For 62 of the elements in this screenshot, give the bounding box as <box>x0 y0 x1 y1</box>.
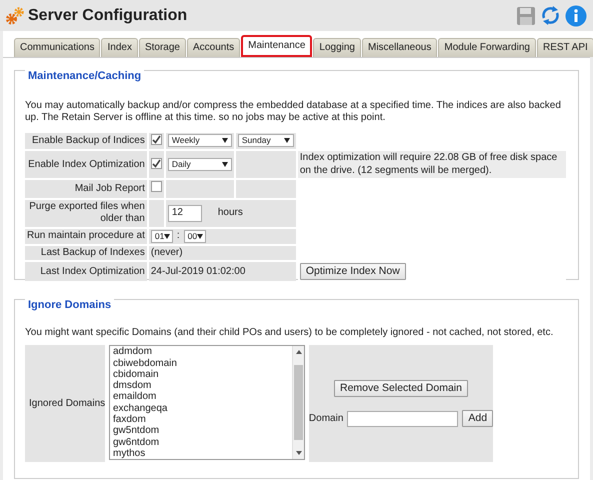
refresh-icon[interactable] <box>540 5 561 26</box>
gears-icon <box>6 6 24 24</box>
field-label: Enable Index Optimization <box>25 151 147 178</box>
domain-item[interactable]: gw6ntdom <box>113 436 289 448</box>
dropdown[interactable]: 01 <box>150 230 173 243</box>
section-legend: Maintenance/Caching <box>25 70 144 84</box>
section-description: You might want specific Domains (and their child POs and users) to be completely ignored - not cached, not stored, etc. <box>25 326 554 340</box>
dropdown[interactable]: Daily <box>168 158 232 171</box>
tab[interactable]: Module Forwarding <box>438 38 536 57</box>
checkbox[interactable] <box>150 134 162 145</box>
dropdown[interactable]: Weekly <box>168 134 232 148</box>
tab[interactable]: Index <box>101 38 138 57</box>
caret-icon <box>164 234 170 239</box>
caret-icon <box>222 162 228 167</box>
checkbox[interactable] <box>150 158 162 168</box>
dropdown[interactable]: Sunday <box>238 134 294 148</box>
page-title: Server Configuration <box>28 6 188 26</box>
field-label: Last Index Optimization <box>25 262 147 282</box>
last-optimization-value: 24-Jul-2019 01:02:00 <box>148 262 296 282</box>
domain-item[interactable]: cbidomain <box>113 368 289 380</box>
domain-listbox[interactable]: admdom cbiwebdomain cbidomain dmsdom emaildom exchangeqa faxdom gw5ntdom gw6ntdom mythos <box>109 345 305 460</box>
ignored-domains-label: Ignored Domains <box>25 345 105 462</box>
dropdown[interactable]: 00 <box>184 230 206 243</box>
caret-icon <box>222 138 228 144</box>
domain-item[interactable]: exchangeqa <box>113 402 289 414</box>
domain-input[interactable] <box>347 410 458 427</box>
last-backup-value: (never) <box>148 246 296 260</box>
caret-icon <box>197 234 204 239</box>
tab[interactable]: Maintenance <box>241 35 312 57</box>
domain-item[interactable]: mythos <box>113 448 289 460</box>
save-icon[interactable] <box>516 6 536 26</box>
tab[interactable]: REST API <box>536 38 593 57</box>
domain-label: Domain <box>308 412 344 425</box>
info-icon[interactable] <box>565 4 587 26</box>
tab[interactable]: Logging <box>313 38 361 57</box>
tab[interactable]: Storage <box>138 38 186 57</box>
domain-item[interactable]: admdom <box>113 346 289 358</box>
checkbox[interactable] <box>150 181 162 192</box>
tab[interactable]: Accounts <box>186 38 240 57</box>
tab[interactable]: Miscellaneous <box>362 38 438 57</box>
time-separator: : <box>176 230 180 242</box>
section-legend: Ignore Domains <box>25 299 114 313</box>
unit-label: hours <box>218 207 243 220</box>
field-label: Run maintain procedure at <box>25 228 147 244</box>
field-label: Purge exported files when older than <box>25 200 147 227</box>
caret-icon <box>284 138 290 144</box>
field-label: Mail Job Report <box>25 180 147 198</box>
add-button[interactable]: Add <box>462 410 494 428</box>
optimize-button[interactable]: Optimize Index Now <box>300 263 406 280</box>
field-label: Enable Backup of Indices <box>25 132 147 150</box>
domain-item[interactable]: gw5ntdom <box>113 425 289 437</box>
hours-input[interactable]: 12 <box>168 204 202 222</box>
remove-domain-button[interactable]: Remove Selected Domain <box>334 380 468 398</box>
section-description: You may automatically backup and/or compress the embedded database at a specified time. The indices are also backed up. The Retain Server is offline at this time. so no jobs may be active at this point. <box>25 100 562 125</box>
field-label: Last Backup of Indexes <box>25 246 147 260</box>
optimization-note: Index optimization will require 22.08 GB of free disk space on the drive. (12 segments will be merged). <box>298 151 566 178</box>
domain-item[interactable]: faxdom <box>113 414 289 426</box>
scrollbar[interactable] <box>292 346 304 460</box>
domain-item[interactable]: cbiwebdomain <box>113 358 289 369</box>
domain-item[interactable]: emaildom <box>113 391 289 403</box>
tab[interactable]: Communications <box>14 38 100 57</box>
domain-item[interactable]: dmsdom <box>113 380 289 392</box>
